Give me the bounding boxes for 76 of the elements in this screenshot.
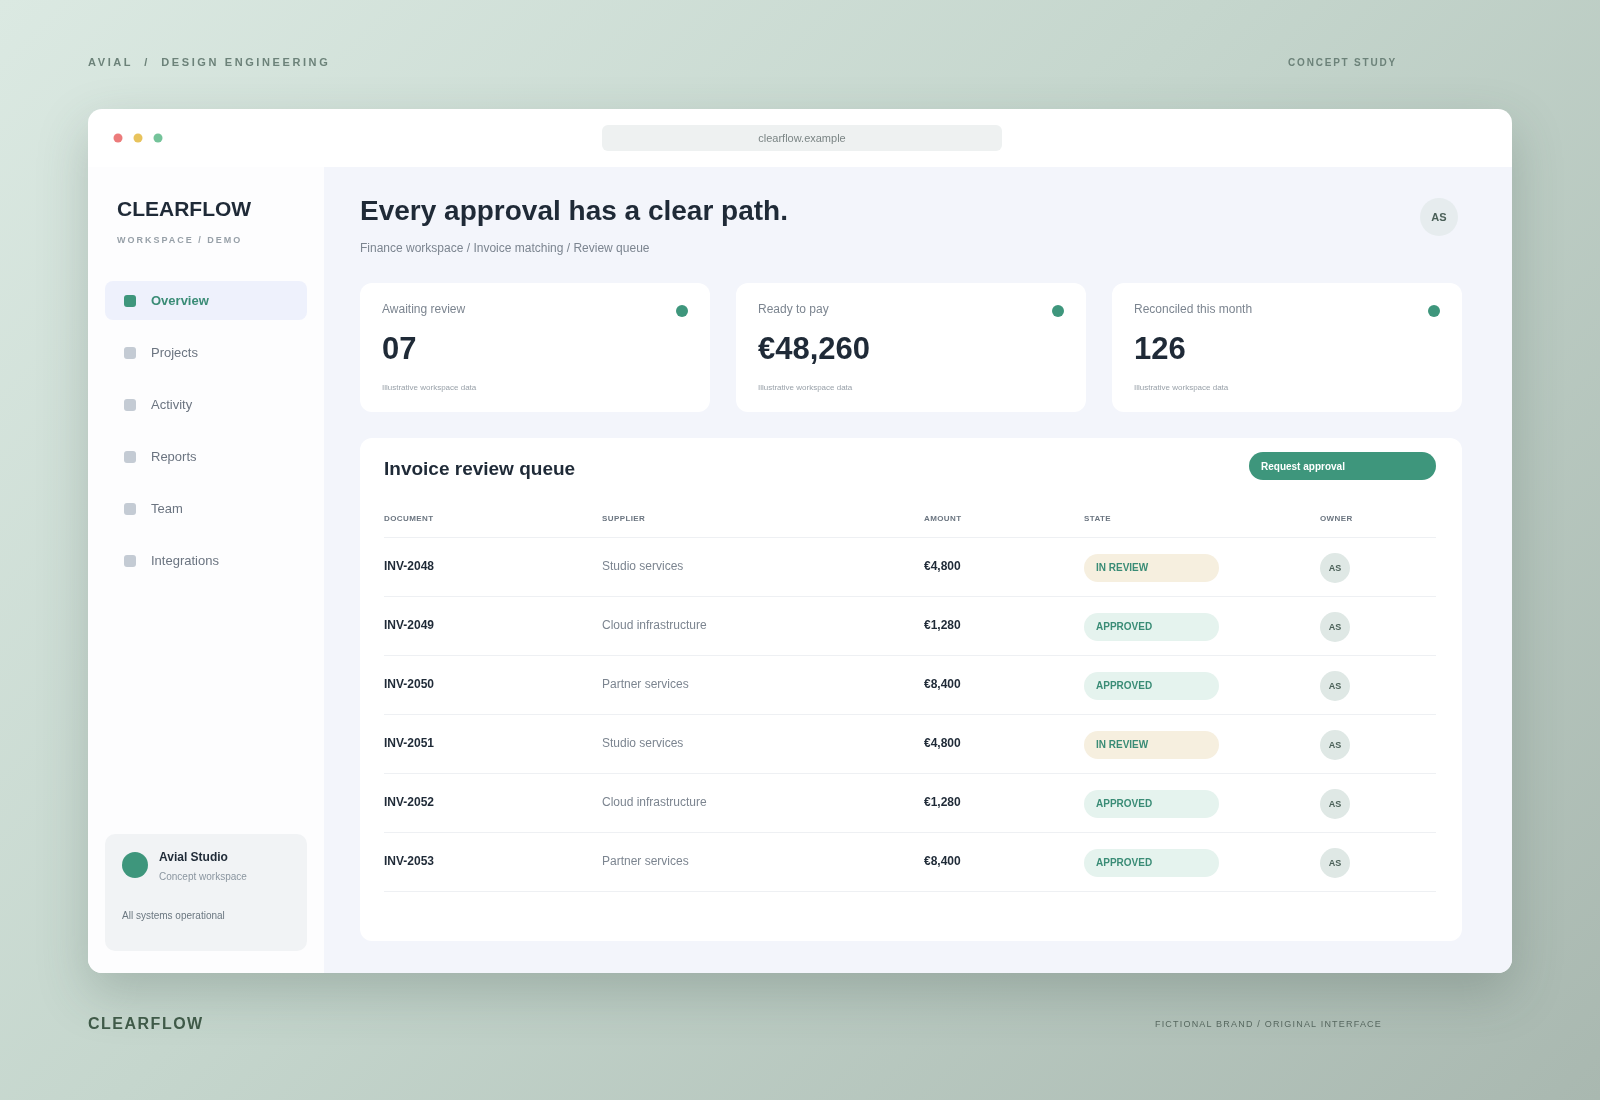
workspace-subtitle: WORKSPACE / DEMO bbox=[116, 235, 244, 245]
stat-value: 126 bbox=[1134, 331, 1187, 367]
column-header: AMOUNT bbox=[924, 514, 963, 523]
owner-avatar: AS bbox=[1320, 553, 1350, 583]
stat-note: Illustrative workspace data bbox=[1134, 383, 1230, 392]
workspace-name: Avial Studio bbox=[159, 850, 229, 864]
table-cell-text: Studio services bbox=[602, 558, 685, 575]
state-badge: IN REVIEW bbox=[1084, 731, 1219, 759]
sidebar-item[interactable]: Activity bbox=[105, 385, 307, 424]
owner-avatar: AS bbox=[1320, 671, 1350, 701]
table-cell-text: INV-2048 bbox=[384, 558, 436, 575]
table-cell-text: €1,280 bbox=[924, 794, 962, 811]
window-controls-icon bbox=[113, 133, 163, 143]
table-cell-text: Partner services bbox=[602, 676, 690, 693]
square-icon bbox=[124, 346, 136, 359]
stat-label: Ready to pay bbox=[758, 302, 829, 316]
table-cell-text: INV-2049 bbox=[384, 617, 436, 634]
column-header: STATE bbox=[1084, 514, 1113, 523]
owner-avatar: AS bbox=[1320, 612, 1350, 642]
table-cell-text: €8,400 bbox=[924, 676, 962, 693]
system-status: All systems operational bbox=[122, 910, 226, 921]
column-header: DOCUMENT bbox=[384, 514, 435, 523]
table-cell-text: Cloud infrastructure bbox=[602, 794, 708, 811]
square-icon bbox=[124, 554, 136, 567]
square-icon bbox=[124, 398, 136, 411]
table-cell-text: INV-2051 bbox=[384, 735, 436, 752]
stat-note: Illustrative workspace data bbox=[382, 383, 478, 392]
sidebar-item[interactable]: Reports bbox=[105, 437, 307, 476]
table-cell-text: INV-2052 bbox=[384, 794, 436, 811]
state-badge: APPROVED bbox=[1084, 613, 1219, 641]
status-dot bbox=[676, 305, 688, 317]
queue-title: Invoice review queue bbox=[384, 457, 576, 480]
table-cell-text: Studio services bbox=[602, 735, 685, 752]
stat-value: €48,260 bbox=[758, 331, 872, 367]
table-cell-text: INV-2050 bbox=[384, 676, 436, 693]
sidebar-item[interactable]: Projects bbox=[105, 333, 307, 372]
footer-brand: CLEARFLOW bbox=[88, 1015, 204, 1033]
studio-label: AVIAL / DESIGN ENGINEERING bbox=[88, 56, 331, 68]
brand-name: CLEARFLOW bbox=[116, 197, 253, 221]
user-avatar[interactable]: AS bbox=[1420, 198, 1458, 236]
footer-note: FICTIONAL BRAND / ORIGINAL INTERFACE bbox=[1154, 1019, 1383, 1029]
sidebar-item[interactable]: Team bbox=[105, 489, 307, 528]
address-bar[interactable]: clearflow.example bbox=[602, 125, 1002, 151]
table-cell-text: €4,800 bbox=[924, 558, 962, 575]
stat-note: Illustrative workspace data bbox=[758, 383, 854, 392]
workspace-avatar bbox=[122, 852, 148, 878]
column-header: SUPPLIER bbox=[602, 514, 647, 523]
state-badge: IN REVIEW bbox=[1084, 554, 1219, 582]
sidebar-item[interactable]: Overview bbox=[105, 281, 307, 320]
table-cell-text: €8,400 bbox=[924, 853, 962, 870]
owner-avatar: AS bbox=[1320, 789, 1350, 819]
workspace-description: Concept workspace bbox=[159, 871, 247, 882]
owner-avatar: AS bbox=[1320, 730, 1350, 760]
status-dot bbox=[1428, 305, 1440, 317]
state-badge: APPROVED bbox=[1084, 849, 1219, 877]
page-title: Every approval has a clear path. bbox=[360, 195, 788, 227]
state-badge: APPROVED bbox=[1084, 790, 1219, 818]
concept-label: CONCEPT STUDY bbox=[1288, 56, 1397, 68]
state-badge: APPROVED bbox=[1084, 672, 1219, 700]
stat-label: Reconciled this month bbox=[1134, 302, 1253, 316]
status-dot bbox=[1052, 305, 1064, 317]
square-icon bbox=[124, 450, 136, 463]
table-cell-text: INV-2053 bbox=[384, 853, 436, 870]
column-header: OWNER bbox=[1319, 514, 1353, 523]
table-cell-text: Cloud infrastructure bbox=[602, 617, 708, 634]
stat-value: 07 bbox=[382, 331, 418, 367]
request-approval-button[interactable]: Request approval bbox=[1249, 452, 1436, 480]
breadcrumb: Finance workspace / Invoice matching / Review queue bbox=[360, 241, 651, 255]
square-icon bbox=[124, 294, 136, 307]
table-cell-text: €1,280 bbox=[924, 617, 962, 634]
owner-avatar: AS bbox=[1320, 848, 1350, 878]
sidebar-item[interactable]: Integrations bbox=[105, 541, 307, 580]
table-cell-text: €4,800 bbox=[924, 735, 962, 752]
stat-label: Awaiting review bbox=[382, 302, 466, 316]
table-cell-text: Partner services bbox=[602, 853, 690, 870]
square-icon bbox=[124, 502, 136, 515]
